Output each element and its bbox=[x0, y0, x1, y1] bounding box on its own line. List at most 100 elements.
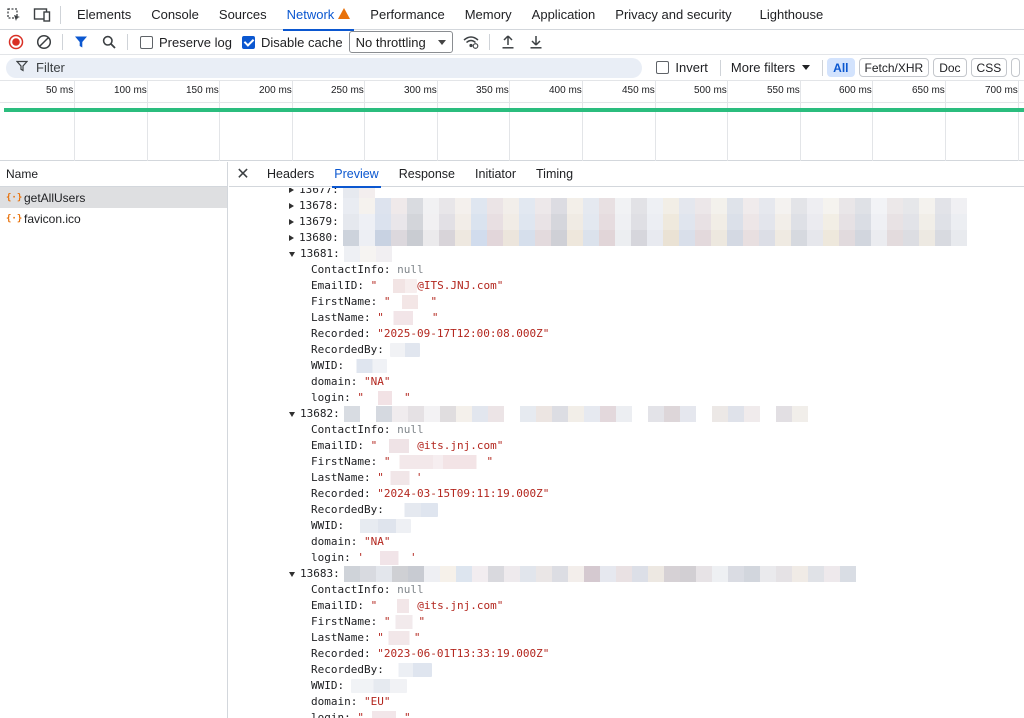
tab-label: Lighthouse bbox=[759, 7, 824, 22]
quote-mark: " bbox=[377, 631, 384, 644]
redacted-value bbox=[390, 343, 421, 357]
collapse-icon[interactable] bbox=[289, 251, 295, 257]
field-emailid: EmailID: " @its.jnj.com" bbox=[311, 598, 503, 614]
tab-headers[interactable]: Headers bbox=[257, 162, 324, 187]
filter-pill-doc[interactable]: Doc bbox=[933, 58, 967, 77]
throttling-value: No throttling bbox=[355, 34, 426, 50]
disable-cache-checkbox[interactable]: Disable cache bbox=[240, 35, 347, 50]
tree-row-collapsed[interactable]: 13677: bbox=[289, 188, 375, 198]
field-key: login: bbox=[311, 551, 351, 564]
collapse-icon[interactable] bbox=[289, 411, 295, 417]
field-key: Recorded: bbox=[311, 487, 371, 500]
tree-row-collapsed[interactable]: 13679: bbox=[289, 214, 967, 230]
tab-network[interactable]: Network bbox=[277, 0, 361, 31]
request-row[interactable]: {·} getAllUsers bbox=[0, 187, 227, 208]
checkbox-box[interactable] bbox=[656, 61, 670, 74]
export-har-icon[interactable] bbox=[522, 30, 550, 54]
preserve-log-label: Preserve log bbox=[159, 34, 232, 50]
filter-pill-all[interactable]: All bbox=[827, 58, 855, 77]
network-conditions-icon[interactable] bbox=[457, 30, 485, 54]
invert-checkbox[interactable]: Invert bbox=[648, 60, 716, 75]
tab-response[interactable]: Response bbox=[389, 162, 465, 187]
filter-icon[interactable] bbox=[67, 30, 95, 54]
collapse-icon[interactable] bbox=[289, 571, 295, 577]
network-overview-timeline[interactable]: 50 ms 100 ms 150 ms 200 ms 250 ms 300 ms… bbox=[0, 81, 1024, 161]
tab-application[interactable]: Application bbox=[522, 0, 606, 30]
field-value: "NA" bbox=[363, 535, 391, 548]
close-icon[interactable]: ✕ bbox=[229, 162, 257, 186]
field-emailid: EmailID: " @ITS.JNJ.com" bbox=[311, 278, 503, 294]
tree-row-expanded[interactable]: 13682: bbox=[289, 406, 808, 422]
filter-input[interactable]: Filter bbox=[6, 57, 643, 78]
field-key: login: bbox=[311, 711, 351, 718]
column-header-name[interactable]: Name bbox=[0, 162, 227, 187]
redacted-value bbox=[390, 295, 431, 309]
tick-label: 250 ms bbox=[331, 85, 364, 96]
request-name: favicon.ico bbox=[24, 211, 81, 226]
checkbox-box[interactable] bbox=[140, 35, 153, 49]
tab-initiator[interactable]: Initiator bbox=[465, 162, 526, 187]
tree-index: 13677: bbox=[299, 188, 339, 196]
field-value: @its.jnj.com" bbox=[417, 439, 504, 452]
tree-index: 13683: bbox=[300, 567, 340, 580]
tree-row-expanded[interactable]: 13683: bbox=[289, 566, 856, 582]
tab-performance[interactable]: Performance bbox=[360, 0, 454, 30]
tab-memory[interactable]: Memory bbox=[455, 0, 522, 30]
tab-label: Sources bbox=[218, 7, 267, 22]
clear-icon[interactable] bbox=[30, 30, 58, 54]
tab-label: Application bbox=[531, 7, 596, 22]
quote-mark: " bbox=[370, 439, 378, 452]
toolbar-divider bbox=[62, 34, 63, 50]
preserve-log-checkbox[interactable]: Preserve log bbox=[132, 35, 240, 50]
tab-sources[interactable]: Sources bbox=[209, 0, 277, 30]
tab-label: Memory bbox=[464, 7, 512, 22]
search-icon[interactable] bbox=[95, 30, 123, 54]
warning-icon bbox=[338, 8, 351, 19]
request-row[interactable]: {·} favicon.ico bbox=[0, 208, 227, 229]
more-filters-dropdown[interactable]: More filters bbox=[725, 60, 818, 75]
quote-mark: " bbox=[377, 311, 384, 324]
tab-label: Preview bbox=[334, 167, 379, 181]
inspect-element-icon[interactable] bbox=[0, 1, 28, 29]
field-login: login: " " bbox=[311, 390, 411, 406]
timeline-request-bar bbox=[4, 108, 1024, 112]
tab-label: Privacy and security bbox=[615, 7, 732, 22]
tab-timing[interactable]: Timing bbox=[526, 162, 583, 187]
redacted-preview bbox=[342, 188, 375, 198]
stop-recording-icon[interactable] bbox=[2, 30, 30, 54]
tree-index: 13680: bbox=[299, 231, 339, 244]
field-lastname: LastName: " ' bbox=[311, 470, 422, 486]
filter-pill-overflow[interactable] bbox=[1011, 58, 1020, 77]
tab-preview[interactable]: Preview bbox=[324, 162, 388, 188]
import-har-icon[interactable] bbox=[494, 30, 522, 54]
filter-pill-css[interactable]: CSS bbox=[970, 58, 1008, 77]
tab-privacy-and-security[interactable]: Privacy and security bbox=[605, 0, 741, 30]
request-list: Name {·} getAllUsers {·} favicon.ico bbox=[0, 162, 228, 718]
quote-mark: " bbox=[383, 615, 391, 628]
expand-icon[interactable] bbox=[289, 235, 294, 241]
expand-icon[interactable] bbox=[289, 219, 294, 225]
expand-icon[interactable] bbox=[289, 203, 294, 209]
json-preview-tree[interactable]: 13677: 13678: 13679: 13680: 13681: Conta… bbox=[229, 188, 1024, 718]
field-key: EmailID: bbox=[311, 279, 364, 292]
device-toolbar-icon[interactable] bbox=[28, 1, 56, 29]
tab-elements[interactable]: Elements bbox=[67, 0, 141, 30]
tree-row-collapsed[interactable]: 13680: bbox=[289, 230, 967, 246]
tree-row-collapsed[interactable]: 13678: bbox=[289, 198, 967, 214]
throttling-select[interactable]: No throttling bbox=[348, 31, 453, 53]
quote-mark: " bbox=[370, 599, 378, 612]
tab-console[interactable]: Console bbox=[141, 0, 209, 30]
quote-mark: " bbox=[404, 711, 411, 718]
expand-icon[interactable] bbox=[289, 188, 294, 193]
tab-label: Initiator bbox=[475, 167, 517, 181]
checkbox-box[interactable] bbox=[241, 35, 255, 49]
quote-mark: ' bbox=[357, 551, 364, 564]
tick-label: 150 ms bbox=[186, 85, 219, 96]
tab-lighthouse[interactable]: Lighthouse bbox=[750, 0, 834, 30]
tick-label: 700 ms bbox=[985, 85, 1018, 96]
field-key: LastName: bbox=[311, 631, 371, 644]
filterbar-divider bbox=[719, 59, 721, 76]
filter-pill-fetch-xhr[interactable]: Fetch/XHR bbox=[858, 58, 930, 77]
devtools-tabbar: Elements Console Sources Network Perform… bbox=[0, 0, 1024, 31]
tree-row-expanded[interactable]: 13681: bbox=[289, 246, 392, 262]
